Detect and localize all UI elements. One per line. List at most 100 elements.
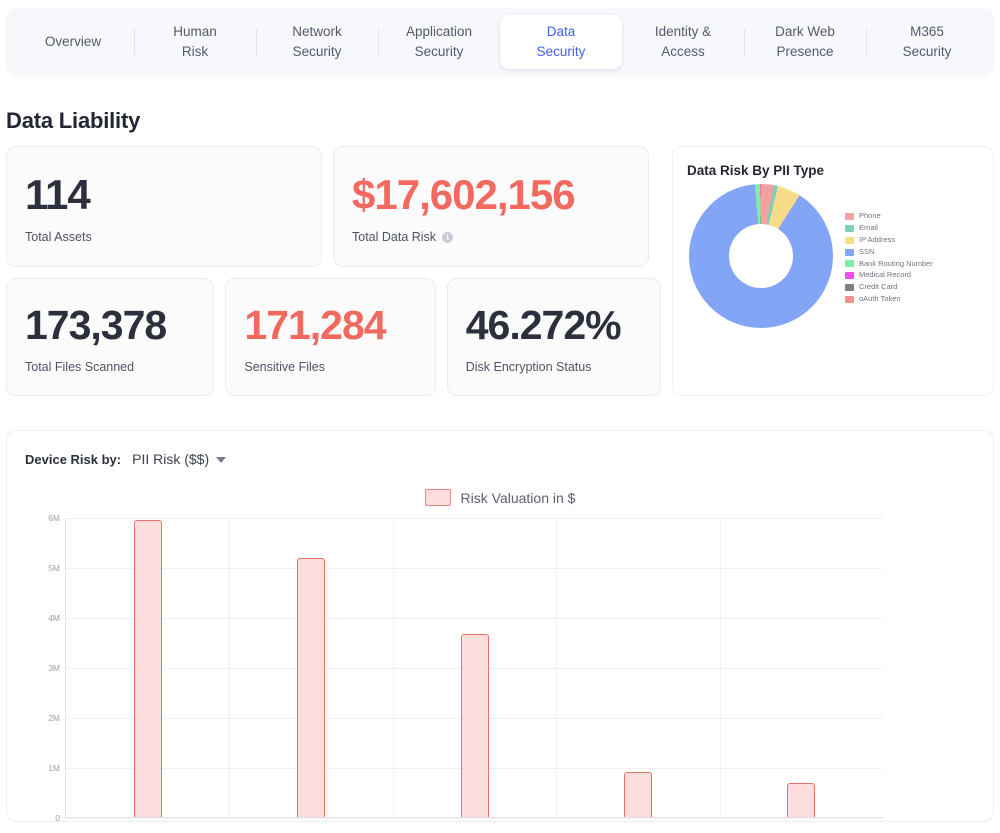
y-gridline: 4M [48, 613, 883, 623]
metrics-section: 114 Total Assets $17,602,156 Total Data … [0, 146, 1000, 396]
tab-label-line: Security [414, 44, 464, 59]
donut-chart-body: Phone Email IP Address SSN Bank Routing Numb… [687, 184, 979, 328]
legend-item[interactable]: SSN [845, 247, 933, 258]
dropdown-selected-value: PII Risk ($$) [132, 451, 210, 467]
metric-label: Total Assets [25, 230, 92, 245]
bar-chart-legend[interactable]: Risk Valuation in $ [25, 489, 975, 506]
metric-value: 46.272% [465, 301, 622, 348]
bar[interactable] [460, 634, 489, 817]
legend-swatch [845, 260, 854, 268]
primary-tab-bar: Overview Human Risk Network Security App… [6, 8, 994, 76]
legend-item[interactable]: IP Address [845, 235, 933, 246]
y-gridline: 0 [55, 813, 883, 821]
legend-label: Email [859, 222, 878, 232]
legend-swatch [845, 248, 854, 256]
metric-card-disk-encryption-status[interactable]: 46.272% Disk Encryption Status [446, 278, 661, 396]
metric-value: $17,602,156 [352, 170, 576, 218]
tab-label-line: Presence [776, 44, 834, 59]
chevron-down-icon [216, 457, 227, 463]
legend-label-risk-valuation: Risk Valuation in $ [460, 489, 576, 506]
x-gridline [392, 518, 394, 817]
legend-label: IP Address [859, 234, 896, 244]
bar[interactable] [787, 782, 816, 817]
tab-label-line: Security [536, 44, 586, 59]
donut-chart[interactable] [689, 184, 833, 328]
metric-label: Disk Encryption Status [465, 360, 592, 375]
legend-swatch [845, 284, 854, 292]
device-risk-metric-dropdown[interactable]: PII Risk ($$) [132, 451, 227, 467]
page-title: Data Liability [6, 108, 141, 133]
tab-label-line: Security [292, 44, 342, 59]
metric-card-total-assets[interactable]: 114 Total Assets [6, 146, 322, 267]
metric-label-row: Disk Encryption Status [466, 360, 642, 374]
data-risk-by-pii-type-card: Data Risk By PII Type Phone Email IP Addre… [672, 146, 994, 396]
y-axis-tick-label: 4M [48, 613, 60, 623]
tab-identity-access[interactable]: Identity & Access [622, 15, 744, 69]
x-gridline [229, 518, 231, 817]
y-axis-tick-label: 1M [48, 763, 60, 773]
y-gridline: 5M [48, 563, 883, 573]
legend-item[interactable]: Medical Record [845, 270, 933, 281]
legend-item[interactable]: oAuth Token [845, 294, 933, 305]
device-risk-label: Device Risk by: [25, 451, 122, 467]
tab-label-line: Dark Web [775, 24, 835, 40]
metric-label: Total Files Scanned [25, 360, 135, 375]
tab-dark-web-presence[interactable]: Dark Web Presence [744, 15, 866, 69]
legend-label: oAuth Token [859, 294, 901, 304]
metric-card-total-files-scanned[interactable]: 173,378 Total Files Scanned [6, 278, 215, 396]
bar-chart-plot-area: 0 1M 2M 3M 4M 5M 6M [25, 513, 975, 821]
legend-item[interactable]: Phone [845, 211, 933, 222]
tab-label-line: Risk [181, 44, 209, 59]
legend-swatch [845, 236, 854, 244]
legend-swatch [845, 296, 854, 304]
metric-value: 171,284 [244, 301, 386, 348]
tab-data-security[interactable]: Data Security [500, 15, 622, 69]
metric-label-row: Total Assets [25, 230, 303, 244]
legend-swatch [845, 212, 854, 220]
metric-card-sensitive-files[interactable]: 171,284 Sensitive Files [225, 278, 436, 396]
metric-label: Sensitive Files [244, 360, 325, 375]
tab-application-security[interactable]: Application Security [378, 15, 500, 69]
bar[interactable] [133, 519, 162, 817]
donut-chart-legend: Phone Email IP Address SSN Bank Routing Numb… [845, 207, 933, 305]
y-axis-tick-label: 2M [48, 713, 60, 723]
legend-item[interactable]: Bank Routing Number [845, 259, 933, 270]
tab-label-line: Network [292, 24, 342, 40]
bar[interactable] [297, 558, 326, 817]
metric-value: 114 [25, 170, 91, 218]
y-axis-tick-label: 0 [55, 813, 60, 822]
legend-label: Medical Record [859, 270, 912, 280]
tab-label-line: Human [173, 24, 217, 40]
legend-swatch [845, 224, 854, 232]
metric-row-bottom: 173,378 Total Files Scanned 171,284 Sens… [6, 278, 661, 396]
tab-label-line: Access [661, 44, 705, 59]
metric-label-row: Sensitive Files [244, 360, 416, 374]
y-axis-tick-label: 5M [48, 563, 60, 573]
legend-item[interactable]: Credit Card [845, 282, 933, 293]
y-axis-tick-label: 6M [48, 513, 60, 523]
legend-label: Bank Routing Number [859, 258, 933, 268]
legend-swatch-risk-valuation [424, 489, 451, 506]
metric-label-row: Total Files Scanned [25, 360, 195, 374]
tab-human-risk[interactable]: Human Risk [134, 15, 256, 69]
legend-label: Credit Card [859, 282, 898, 292]
metric-card-total-data-risk[interactable]: $17,602,156 Total Data Risk i [333, 146, 649, 267]
tab-network-security[interactable]: Network Security [256, 15, 378, 69]
tab-label-line: M365 [910, 24, 944, 40]
legend-swatch [845, 272, 854, 280]
tab-overview[interactable]: Overview [12, 15, 134, 69]
x-gridline [719, 518, 721, 817]
y-axis-tick-label: 3M [48, 663, 60, 673]
bar[interactable] [623, 772, 652, 817]
legend-item[interactable]: Email [845, 223, 933, 234]
metric-label-row: Total Data Risk i [352, 230, 630, 244]
tab-m365-security[interactable]: M365 Security [866, 15, 988, 69]
tab-label-line: Security [902, 44, 952, 59]
metric-value: 173,378 [25, 301, 167, 348]
legend-label: SSN [859, 246, 875, 256]
bar-chart-canvas[interactable]: 0 1M 2M 3M 4M 5M 6M [48, 513, 883, 821]
tab-label-line: Application [405, 24, 473, 40]
info-icon[interactable]: i [442, 231, 454, 243]
metric-row-top: 114 Total Assets $17,602,156 Total Data … [6, 146, 661, 267]
legend-label: Phone [859, 211, 881, 220]
